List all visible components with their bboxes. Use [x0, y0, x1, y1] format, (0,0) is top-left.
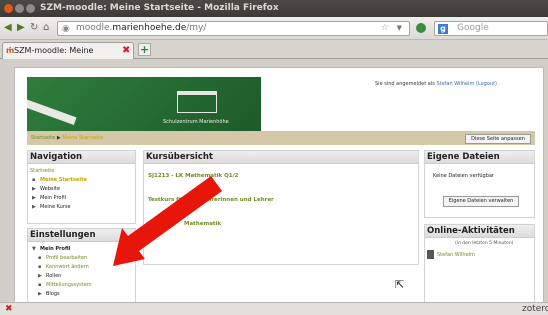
tab-moodle[interactable]: ṁ SZM-moodle: Meine Startseite ✖	[2, 42, 134, 70]
window-close-button[interactable]	[4, 4, 13, 13]
window-maximize-button[interactable]	[26, 4, 35, 13]
logout-link[interactable]: (Logout)	[476, 81, 497, 87]
settings-block: Einstellungen ▼ Mein Profil ▪ Profil bea…	[27, 228, 136, 302]
no-files-text: Keine Dateien verfügbar	[433, 173, 494, 179]
settings-section-mein-profil[interactable]: Mein Profil	[40, 246, 70, 252]
search-input[interactable]: g Google	[434, 21, 548, 36]
edit-page-button[interactable]: Diese Seite anpassen	[465, 134, 531, 144]
bullet-icon: ▪	[38, 255, 42, 261]
nav-item-meine-startseite[interactable]: Meine Startseite	[40, 177, 87, 183]
chevron-down-icon[interactable]: ▼	[397, 22, 402, 35]
course-overview-title: Kursübersicht	[144, 151, 418, 164]
settings-item-mitteilungssystem[interactable]: Mitteilungssystem	[46, 282, 92, 288]
breadcrumb-current[interactable]: Meine Startseite	[62, 135, 103, 141]
expand-arrow-icon[interactable]: ▶	[38, 273, 42, 279]
tab-bar: ṁ SZM-moodle: Meine Startseite ✖ +	[0, 40, 548, 70]
navigation-toolbar: ◀ ▶ ↻ ⌂ ◉ moodle.marienhoehe.de/my/ ☆ ▼ …	[0, 17, 548, 40]
course-link[interactable]: Mathematik	[184, 221, 221, 227]
online-users-block: Online-Aktivitäten (in den letzten 5 Min…	[424, 224, 535, 302]
home-icon[interactable]: ⌂	[43, 22, 49, 34]
status-bar: ✖ zoterc	[0, 302, 548, 315]
course-link[interactable]: SJ1213 - LK Mathematik Q1/2	[148, 173, 238, 179]
login-prefix: Sie sind angemeldet als	[375, 81, 435, 87]
breadcrumb-home[interactable]: Startseite	[31, 135, 55, 141]
login-info: Sie sind angemeldet als Stefan Wilhelm (…	[375, 81, 497, 87]
settings-title: Einstellungen	[28, 229, 135, 242]
firefox-window: SZM-moodle: Meine Startseite - Mozilla F…	[0, 0, 548, 315]
new-tab-icon[interactable]: +	[138, 43, 151, 56]
settings-item-rollen[interactable]: Rollen	[46, 273, 61, 279]
reload-icon[interactable]: ↻	[30, 22, 38, 34]
search-engine-icon[interactable]: g	[438, 24, 448, 34]
course-overview-block: Kursübersicht SJ1213 - LK Mathematik Q1/…	[143, 150, 419, 265]
window-title: SZM-moodle: Meine Startseite - Mozilla F…	[40, 3, 279, 13]
breadcrumb: Startseite ▶ Meine Startseite	[27, 131, 535, 145]
expand-arrow-icon[interactable]: ▶	[32, 195, 36, 201]
window-minimize-button[interactable]	[15, 4, 24, 13]
bullet-icon: ▪	[38, 264, 42, 270]
back-icon[interactable]: ◀	[4, 22, 12, 34]
title-bar: SZM-moodle: Meine Startseite - Mozilla F…	[0, 0, 548, 17]
breadcrumb-separator: ▶	[56, 135, 61, 141]
settings-item-blogs[interactable]: Blogs	[46, 291, 60, 297]
user-icon	[427, 250, 434, 259]
banner-stripe	[27, 96, 77, 126]
close-icon[interactable]: ✖	[5, 303, 13, 315]
settings-item-profil-bearbeiten[interactable]: Profil bearbeiten	[46, 255, 87, 261]
manage-files-button[interactable]: Eigene Dateien verwalten	[443, 196, 519, 207]
nav-item-meine-kurse[interactable]: Meine Kurse	[40, 204, 71, 210]
expand-arrow-icon[interactable]: ▶	[32, 186, 36, 192]
navigation-title: Navigation	[28, 151, 135, 164]
close-icon[interactable]: ✖	[122, 43, 130, 58]
forward-icon[interactable]: ▶	[17, 22, 25, 34]
search-placeholder: Google	[457, 23, 489, 33]
private-files-block: Eigene Dateien Keine Dateien verfügbar E…	[424, 150, 535, 218]
private-files-title: Eigene Dateien	[425, 151, 534, 164]
url-bar[interactable]: ◉ moodle.marienhoehe.de/my/ ☆ ▼	[57, 21, 410, 36]
extension-icon[interactable]	[416, 23, 426, 33]
bullet-icon: ▪	[38, 282, 42, 288]
settings-item-kennwort[interactable]: Kennwort ändern	[46, 264, 89, 270]
nav-home-link[interactable]: Startseite	[30, 168, 54, 174]
course-link[interactable]: Testkurs für alle Lehrerinnen und Lehrer	[148, 197, 274, 203]
nav-item-website[interactable]: Website	[40, 186, 60, 192]
school-building-icon	[177, 91, 217, 113]
navigation-block: Navigation Startseite ▪ Meine Startseite…	[27, 150, 136, 224]
mouse-cursor-icon: ⇱	[395, 278, 405, 291]
bullet-icon: ▪	[32, 177, 36, 183]
star-icon[interactable]: ☆	[381, 22, 389, 35]
banner-caption: Schulzentrum Marienhöhe	[163, 119, 229, 125]
expand-arrow-icon[interactable]: ▶	[32, 204, 36, 210]
collapse-arrow-icon[interactable]: ▼	[32, 246, 36, 252]
login-user-link[interactable]: Stefan Wilhelm	[436, 81, 474, 87]
expand-arrow-icon[interactable]: ▶	[38, 291, 42, 297]
online-users-subtitle: (in den letzten 5 Minuten)	[455, 241, 514, 246]
nav-item-mein-profil[interactable]: Mein Profil	[40, 195, 66, 201]
banner-logo: Schulzentrum Marienhöhe	[27, 77, 261, 131]
browser-content: Schulzentrum Marienhöhe Sie sind angemel…	[0, 59, 548, 302]
moodle-page: Schulzentrum Marienhöhe Sie sind angemel…	[14, 67, 544, 302]
site-identity-icon[interactable]: ◉	[62, 23, 70, 36]
url-text: moodle.marienhoehe.de/my/	[76, 23, 207, 33]
online-users-title: Online-Aktivitäten	[425, 225, 534, 238]
zotero-label[interactable]: zoterc	[522, 303, 548, 315]
online-user-link[interactable]: Stefan Wilhelm	[437, 252, 475, 258]
